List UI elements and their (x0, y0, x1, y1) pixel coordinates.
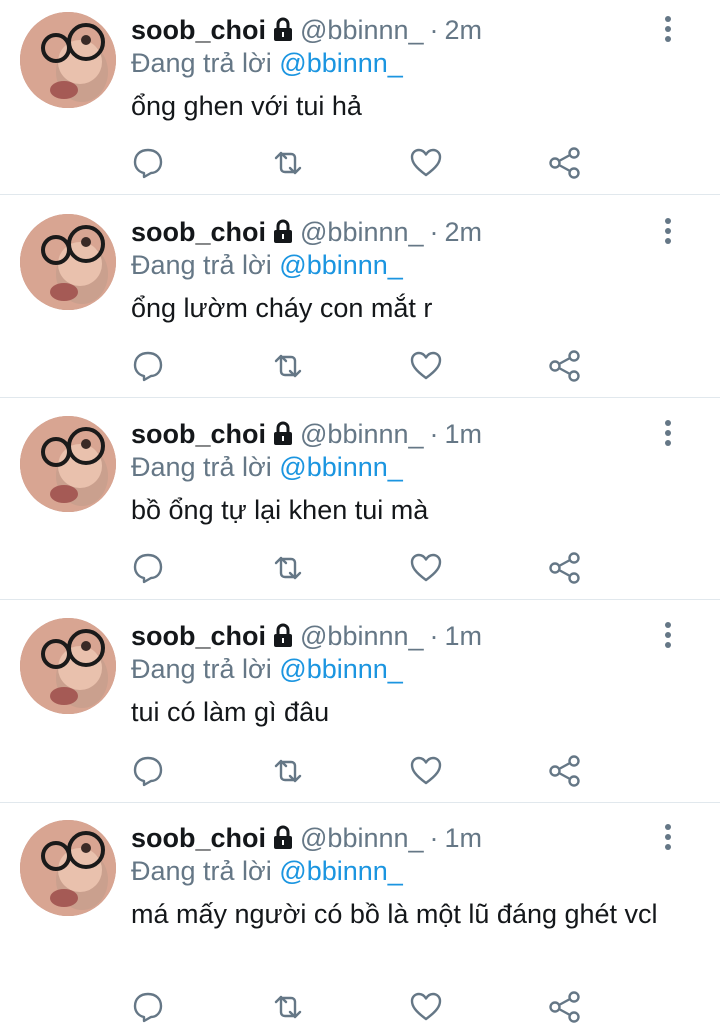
replying-prefix: Đang trả lời (131, 452, 272, 482)
replying-prefix: Đang trả lời (131, 250, 272, 280)
avatar[interactable] (20, 214, 116, 310)
handle[interactable]: @bbinnn_ (300, 15, 424, 46)
divider (0, 802, 720, 803)
timestamp[interactable]: 2m (445, 15, 483, 46)
tweet[interactable]: soob_choi @bbinnn_ · 1m Đang trả lời @bb… (0, 606, 720, 800)
replying-prefix: Đang trả lời (131, 48, 272, 78)
display-name[interactable]: soob_choi (131, 823, 266, 854)
avatar[interactable] (20, 12, 116, 108)
more-vertical-icon[interactable] (656, 216, 680, 246)
tweet[interactable]: soob_choi @bbinnn_ · 1m Đang trả lời @bb… (0, 404, 720, 598)
tweet-text: bồ ổng tự lại khen tui mà (131, 495, 429, 525)
reply-icon[interactable] (131, 349, 165, 383)
replying-to: Đang trả lời @bbinnn_ (131, 654, 403, 685)
tweet[interactable]: soob_choi @bbinnn_ · 1m Đang trả lời @bb… (0, 808, 720, 1036)
display-name[interactable]: soob_choi (131, 15, 266, 46)
more-vertical-icon[interactable] (656, 822, 680, 852)
replying-to: Đang trả lời @bbinnn_ (131, 250, 403, 281)
lock-icon (272, 17, 294, 43)
replying-to: Đang trả lời @bbinnn_ (131, 452, 403, 483)
avatar[interactable] (20, 618, 116, 714)
tweet-actions (0, 349, 720, 383)
retweet-icon[interactable] (271, 349, 305, 383)
reply-icon[interactable] (131, 990, 165, 1024)
replying-prefix: Đang trả lời (131, 654, 272, 684)
tweet-actions (0, 990, 720, 1024)
replying-to-handle[interactable]: @bbinnn_ (279, 48, 403, 78)
handle[interactable]: @bbinnn_ (300, 621, 424, 652)
replying-prefix: Đang trả lời (131, 856, 272, 886)
retweet-icon[interactable] (271, 551, 305, 585)
display-name[interactable]: soob_choi (131, 217, 266, 248)
retweet-icon[interactable] (271, 990, 305, 1024)
lock-icon (272, 623, 294, 649)
display-name[interactable]: soob_choi (131, 621, 266, 652)
tweet-text: ổng lườm cháy con mắt r (131, 293, 433, 323)
tweet-actions (0, 146, 720, 180)
display-name[interactable]: soob_choi (131, 419, 266, 450)
tweet-actions (0, 551, 720, 585)
handle[interactable]: @bbinnn_ (300, 823, 424, 854)
separator: · (429, 216, 439, 247)
replying-to-handle[interactable]: @bbinnn_ (279, 856, 403, 886)
share-icon[interactable] (548, 146, 582, 180)
handle[interactable]: @bbinnn_ (300, 419, 424, 450)
reply-icon[interactable] (131, 146, 165, 180)
heart-icon[interactable] (409, 990, 443, 1024)
replying-to-handle[interactable]: @bbinnn_ (279, 250, 403, 280)
more-vertical-icon[interactable] (656, 620, 680, 650)
heart-icon[interactable] (409, 146, 443, 180)
timestamp[interactable]: 2m (445, 217, 483, 248)
tweet-text: tui có làm gì đâu (131, 697, 330, 727)
lock-icon (272, 421, 294, 447)
timestamp[interactable]: 1m (445, 621, 483, 652)
separator: · (429, 620, 439, 651)
tweet[interactable]: soob_choi @bbinnn_ · 2m Đang trả lời @bb… (0, 0, 720, 194)
share-icon[interactable] (548, 349, 582, 383)
avatar[interactable] (20, 416, 116, 512)
share-icon[interactable] (548, 990, 582, 1024)
retweet-icon[interactable] (271, 146, 305, 180)
reply-icon[interactable] (131, 754, 165, 788)
heart-icon[interactable] (409, 551, 443, 585)
separator: · (429, 822, 439, 853)
replying-to-handle[interactable]: @bbinnn_ (279, 654, 403, 684)
lock-icon (272, 219, 294, 245)
avatar[interactable] (20, 820, 116, 916)
heart-icon[interactable] (409, 349, 443, 383)
divider (0, 599, 720, 600)
handle[interactable]: @bbinnn_ (300, 217, 424, 248)
replying-to-handle[interactable]: @bbinnn_ (279, 452, 403, 482)
heart-icon[interactable] (409, 754, 443, 788)
timestamp[interactable]: 1m (445, 419, 483, 450)
tweet-actions (0, 754, 720, 788)
retweet-icon[interactable] (271, 754, 305, 788)
share-icon[interactable] (548, 754, 582, 788)
tweet-text: ổng ghen với tui hả (131, 91, 362, 121)
replying-to: Đang trả lời @bbinnn_ (131, 48, 403, 79)
tweet[interactable]: soob_choi @bbinnn_ · 2m Đang trả lời @bb… (0, 202, 720, 396)
separator: · (429, 418, 439, 449)
reply-icon[interactable] (131, 551, 165, 585)
tweet-text: má mấy người có bồ là một lũ đáng ghét v… (131, 899, 658, 929)
divider (0, 397, 720, 398)
more-vertical-icon[interactable] (656, 418, 680, 448)
divider (0, 194, 720, 195)
share-icon[interactable] (548, 551, 582, 585)
separator: · (429, 14, 439, 45)
more-vertical-icon[interactable] (656, 14, 680, 44)
replying-to: Đang trả lời @bbinnn_ (131, 856, 403, 887)
timestamp[interactable]: 1m (445, 823, 483, 854)
lock-icon (272, 825, 294, 851)
